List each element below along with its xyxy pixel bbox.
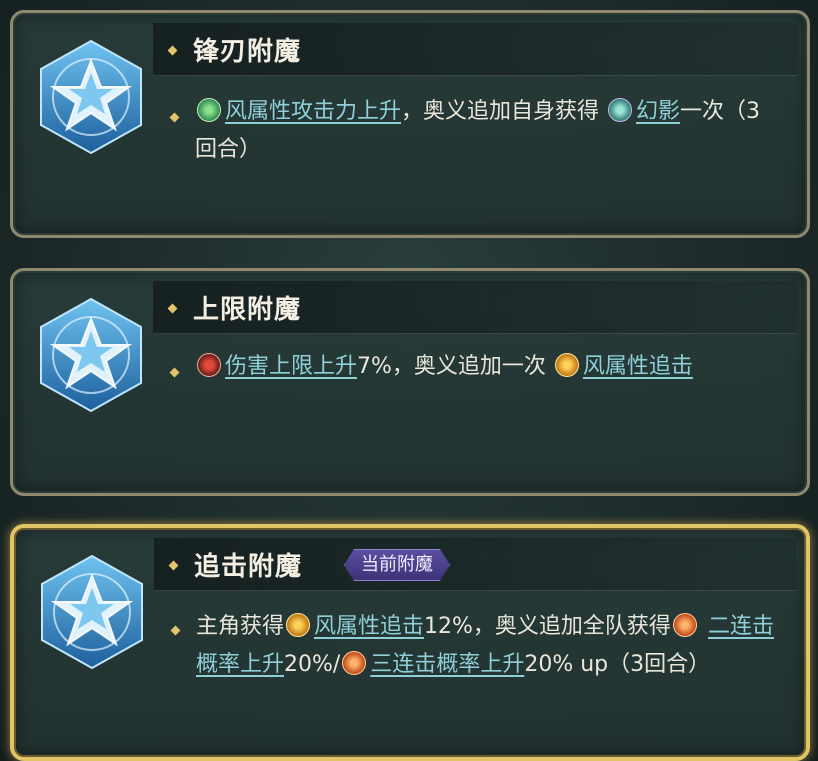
- star-emblem-icon: [40, 297, 142, 413]
- enchant-card-chase[interactable]: 追击附魔 当前附魔 主角获得 风属性追击12%，奥义追加全队获得 二连击概率上升2…: [10, 524, 810, 761]
- phantom-icon: [608, 98, 633, 122]
- wind-chase-link[interactable]: 风属性追击: [314, 614, 424, 639]
- damage-cap-link[interactable]: 伤害上限上升: [225, 354, 357, 379]
- card-description: 风属性攻击力上升，奥义追加自身获得 幻影一次（3回合）: [195, 93, 779, 169]
- card-title: 上限附魔: [193, 295, 302, 325]
- wind-attack-link[interactable]: 风属性攻击力上升: [225, 99, 401, 124]
- desc-text: 7%，奥义追加一次: [357, 354, 546, 379]
- star-emblem-icon: [40, 39, 142, 155]
- card-description: 伤害上限上升7%，奥义追加一次 风属性追击: [195, 348, 779, 386]
- wind-attack-icon: [197, 98, 221, 122]
- desc-bullet-icon: [169, 112, 180, 123]
- card-description: 主角获得 风属性追击12%，奥义追加全队获得 二连击概率上升20%/三连击概率上升…: [196, 608, 778, 684]
- current-enchant-badge: 当前附魔: [344, 549, 450, 581]
- damage-cap-icon: [197, 353, 221, 377]
- desc-text: 12%，奥义追加全队获得: [424, 614, 671, 639]
- card-title: 追击附魔: [194, 552, 303, 582]
- desc-text: 主角获得: [196, 614, 285, 639]
- phantom-link[interactable]: 幻影: [636, 99, 680, 124]
- desc-bullet-icon: [169, 367, 180, 378]
- desc-text: 20%/: [284, 652, 341, 677]
- wind-chase-icon: [554, 353, 579, 377]
- star-emblem-icon: [41, 554, 143, 670]
- triple-attack-icon: [342, 651, 367, 675]
- card-title: 锋刃附魔: [193, 37, 302, 67]
- desc-bullet-icon: [170, 625, 181, 636]
- wind-chase-link[interactable]: 风属性追击: [583, 354, 693, 379]
- desc-text: ，奥义追加自身获得: [401, 99, 600, 124]
- desc-text: 20% up（3回合）: [524, 652, 711, 677]
- wind-chase-icon: [286, 613, 311, 637]
- double-attack-icon: [672, 613, 697, 637]
- enchant-card-cap[interactable]: 上限附魔 伤害上限上升7%，奥义追加一次 风属性追击: [10, 268, 810, 496]
- enchant-card-blade[interactable]: 锋刃附魔 风属性攻击力上升，奥义追加自身获得 幻影一次（3回合）: [10, 10, 810, 238]
- triple-attack-link[interactable]: 三连击概率上升: [370, 652, 524, 677]
